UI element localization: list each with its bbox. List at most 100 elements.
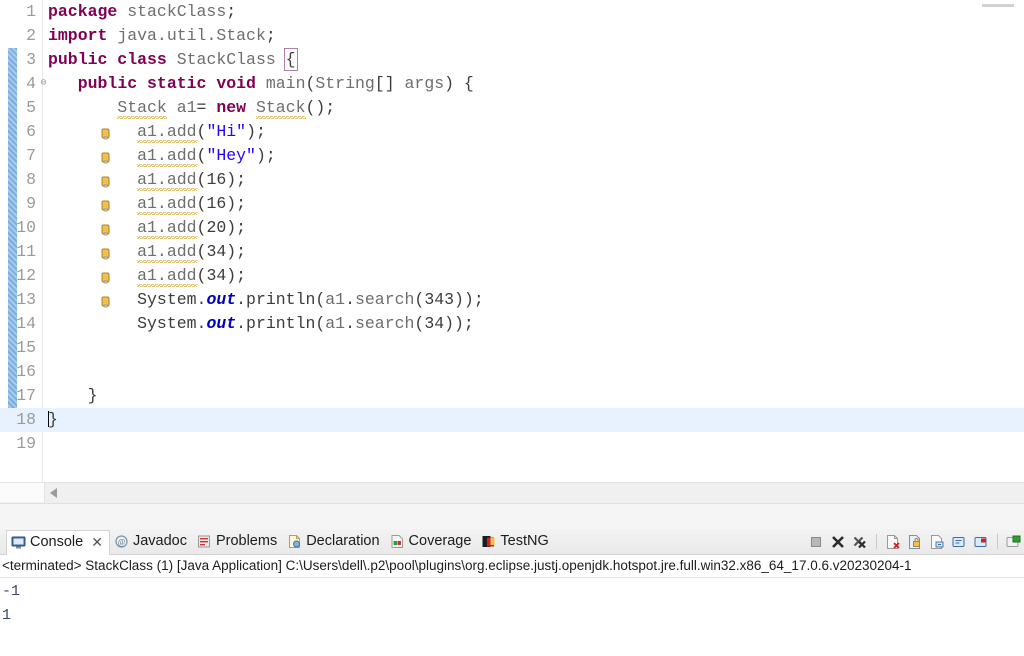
code-text: package stackClass; bbox=[48, 2, 237, 21]
line-number: 14 bbox=[16, 314, 36, 333]
tab-testng[interactable]: TestNG bbox=[477, 529, 554, 554]
tab-label: Problems bbox=[215, 533, 278, 549]
line-number: 2 bbox=[26, 26, 36, 45]
code-line[interactable]: 9 a1.add(16); bbox=[0, 192, 1024, 236]
code-line[interactable]: 3 public class StackClass { bbox=[0, 48, 1024, 72]
line-number: 19 bbox=[16, 434, 36, 453]
code-text: a1.add(16); bbox=[137, 170, 247, 191]
line-number: 11 bbox=[16, 242, 36, 261]
code-text: import java.util.Stack; bbox=[48, 26, 276, 45]
problems-icon bbox=[197, 534, 212, 549]
close-icon[interactable]: ✕ bbox=[91, 530, 103, 555]
toolbar-separator bbox=[997, 534, 998, 549]
code-text: a1.add(16); bbox=[137, 194, 247, 215]
console-view: Console ✕ @ Javadoc Problems Declaration… bbox=[0, 529, 1024, 656]
tab-javadoc[interactable]: @ Javadoc bbox=[110, 529, 193, 554]
code-text: System.out.println(a1.search(343)); bbox=[137, 290, 484, 309]
code-line-current[interactable]: 18 } bbox=[0, 408, 1024, 432]
code-text: System.out.println(a1.search(34)); bbox=[137, 314, 474, 333]
code-text: a1.add("Hey"); bbox=[137, 146, 276, 167]
line-number: 8 bbox=[26, 170, 36, 189]
code-line[interactable]: 15 bbox=[0, 336, 1024, 360]
open-console-icon[interactable] bbox=[1006, 534, 1022, 550]
eclipse-ide-window: 1 package stackClass; 2 import java.util… bbox=[0, 0, 1024, 656]
console-tab-bar: Console ✕ @ Javadoc Problems Declaration… bbox=[0, 529, 1024, 555]
java-editor[interactable]: 1 package stackClass; 2 import java.util… bbox=[0, 0, 1024, 503]
code-line[interactable]: 2 import java.util.Stack; bbox=[0, 24, 1024, 48]
code-line[interactable]: 14 System.out.println(a1.search(34)); bbox=[0, 312, 1024, 336]
line-number: 4 bbox=[26, 74, 36, 93]
tab-console[interactable]: Console ✕ bbox=[6, 529, 110, 555]
code-line[interactable]: 10 a1.add(20); bbox=[0, 216, 1024, 260]
line-number: 17 bbox=[16, 386, 36, 405]
line-number: 5 bbox=[26, 98, 36, 117]
remove-all-terminated-icon[interactable] bbox=[852, 534, 868, 550]
code-line[interactable]: 8 a1.add(16); bbox=[0, 168, 1024, 212]
code-text: public static void main(String[] args) { bbox=[77, 74, 474, 93]
code-text: Stack a1= new Stack(); bbox=[117, 98, 336, 119]
code-line[interactable]: 6 a1.add("Hi"); bbox=[0, 120, 1024, 164]
line-number: 15 bbox=[16, 338, 36, 357]
line-number: 12 bbox=[16, 266, 36, 285]
coverage-icon bbox=[390, 534, 405, 549]
console-toolbar bbox=[808, 529, 1024, 554]
line-number: 18 bbox=[16, 410, 36, 429]
console-output-line: 1 bbox=[2, 607, 12, 624]
code-text: a1.add(20); bbox=[137, 218, 247, 239]
code-text: a1.add(34); bbox=[137, 242, 247, 263]
code-line[interactable]: 5 Stack a1= new Stack(); bbox=[0, 96, 1024, 140]
show-console-on-output-icon[interactable] bbox=[929, 534, 945, 550]
editor-code-lines[interactable]: 1 package stackClass; 2 import java.util… bbox=[0, 0, 1024, 456]
scroll-lock-icon[interactable] bbox=[907, 534, 923, 550]
code-text: a1.add(34); bbox=[137, 266, 247, 287]
display-selected-console-icon[interactable] bbox=[973, 534, 989, 550]
toolbar-separator bbox=[876, 534, 877, 549]
launch-status-line: <terminated> StackClass (1) [Java Applic… bbox=[0, 555, 1024, 578]
tab-label: Console bbox=[30, 534, 84, 550]
declaration-icon bbox=[287, 534, 302, 549]
code-text: a1.add("Hi"); bbox=[137, 122, 266, 143]
scrollbar-corner bbox=[0, 483, 45, 502]
svg-text:@: @ bbox=[118, 538, 125, 547]
tab-coverage[interactable]: Coverage bbox=[386, 529, 478, 554]
code-text: } bbox=[87, 386, 98, 405]
tab-label: TestNG bbox=[500, 533, 549, 549]
javadoc-icon: @ bbox=[114, 534, 129, 549]
remove-launch-icon[interactable] bbox=[830, 534, 846, 550]
editor-console-splitter[interactable] bbox=[0, 503, 1024, 530]
line-number: 7 bbox=[26, 146, 36, 165]
tab-declaration[interactable]: Declaration bbox=[283, 529, 385, 554]
line-number: 16 bbox=[16, 362, 36, 381]
tab-problems[interactable]: Problems bbox=[193, 529, 283, 554]
code-line[interactable]: 11 a1.add(34); bbox=[0, 240, 1024, 284]
tab-label: Coverage bbox=[408, 533, 472, 549]
code-line[interactable]: 4 ⊖ public static void main(String[] arg… bbox=[0, 72, 1024, 96]
line-number: 9 bbox=[26, 194, 36, 213]
line-number: 10 bbox=[16, 218, 36, 237]
code-line[interactable]: 19 bbox=[0, 432, 1024, 456]
console-tab-list: Console ✕ @ Javadoc Problems Declaration… bbox=[6, 529, 555, 555]
line-number: 13 bbox=[16, 290, 36, 309]
code-line[interactable]: 1 package stackClass; bbox=[0, 0, 1024, 24]
console-output[interactable]: -1 1 bbox=[0, 578, 1024, 628]
clear-console-icon[interactable] bbox=[885, 534, 901, 550]
testng-icon bbox=[481, 534, 496, 549]
code-line[interactable]: 12 a1.add(34); bbox=[0, 264, 1024, 308]
scroll-left-arrow-icon[interactable] bbox=[50, 488, 57, 498]
console-icon bbox=[11, 535, 26, 550]
pin-console-icon[interactable] bbox=[951, 534, 967, 550]
code-line[interactable]: 17 } bbox=[0, 384, 1024, 408]
editor-horizontal-scrollbar[interactable] bbox=[0, 482, 1024, 503]
matching-bracket-highlight: { bbox=[283, 48, 298, 71]
tab-label: Javadoc bbox=[132, 533, 187, 549]
code-line[interactable]: 7 a1.add("Hey"); bbox=[0, 144, 1024, 188]
code-line[interactable]: 13 System.out.println(a1.search(343)); bbox=[0, 288, 1024, 312]
code-text: public class StackClass { bbox=[48, 48, 298, 71]
line-number: 6 bbox=[26, 122, 36, 141]
line-number: 1 bbox=[26, 2, 36, 21]
code-line[interactable]: 16 bbox=[0, 360, 1024, 384]
tab-label: Declaration bbox=[306, 533, 380, 549]
code-text: } bbox=[48, 410, 58, 429]
line-number: 3 bbox=[26, 50, 36, 69]
terminate-icon[interactable] bbox=[808, 534, 824, 550]
